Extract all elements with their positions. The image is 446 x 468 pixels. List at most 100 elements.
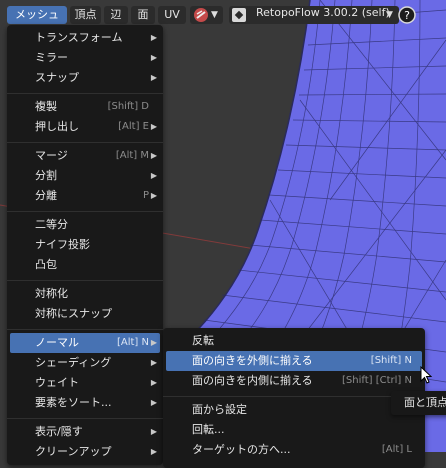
menu-item-label: トランスフォーム bbox=[35, 31, 123, 44]
menu-separator bbox=[163, 396, 425, 397]
menu-item-shortcut: [Alt] M bbox=[115, 150, 149, 161]
menu-edge-label: 辺 bbox=[110, 8, 122, 21]
mesh-menu: トランスフォーム ▶ ミラー ▶ スナップ ▶ 複製 [Shift] D 押し出し [Al… bbox=[7, 25, 163, 465]
menu-item-mirror[interactable]: ミラー ▶ bbox=[10, 48, 160, 68]
submenu-arrow-icon: ▶ bbox=[150, 33, 157, 42]
submenu-arrow-icon: ▶ bbox=[150, 398, 157, 407]
submenu-item-shortcut: [Shift] [Ctrl] N bbox=[342, 375, 412, 386]
normals-submenu: 反転 面の向きを外側に揃える [Shift] N 面の向きを内側に揃える [Shif… bbox=[163, 328, 425, 468]
overlay-icon bbox=[194, 8, 208, 22]
menu-mesh-label: メッシュ bbox=[15, 8, 59, 21]
menu-item-label: ナイフ投影 bbox=[35, 238, 90, 251]
menu-uv[interactable]: UV bbox=[158, 6, 186, 24]
menu-item-label: 二等分 bbox=[35, 218, 68, 231]
retopoflow-icon bbox=[232, 8, 246, 22]
submenu-item-label: 反転 bbox=[192, 334, 214, 347]
menu-item-label: 複製 bbox=[35, 100, 57, 113]
menu-mesh[interactable]: メッシュ bbox=[7, 6, 67, 24]
mouse-cursor-icon bbox=[420, 366, 432, 384]
menu-separator bbox=[7, 211, 163, 212]
submenu-item-label: ターゲットの方へ... bbox=[192, 443, 291, 456]
menu-separator bbox=[7, 418, 163, 419]
submenu-arrow-icon: ▶ bbox=[150, 151, 157, 160]
menu-item-weights[interactable]: ウェイト ▶ bbox=[10, 373, 160, 393]
submenu-arrow-icon: ▶ bbox=[150, 53, 157, 62]
chevron-down-icon: ▼ bbox=[211, 10, 218, 20]
submenu-item-shortcut: [Shift] N bbox=[370, 355, 412, 366]
menu-separator bbox=[7, 142, 163, 143]
menu-item-label: 分離 bbox=[35, 189, 57, 202]
menu-item-label: 対称にスナップ bbox=[35, 307, 112, 320]
menu-item-shortcut: [Shift] D bbox=[107, 101, 149, 112]
menu-item-split[interactable]: 分割 ▶ bbox=[10, 166, 160, 186]
submenu-arrow-icon: ▶ bbox=[150, 191, 157, 200]
submenu-arrow-icon: ▶ bbox=[150, 378, 157, 387]
menu-item-shortcut: [Alt] E bbox=[118, 121, 149, 132]
menu-item-label: 押し出し bbox=[35, 120, 79, 133]
retopoflow-label: RetopoFlow 3.00.2 (self) bbox=[256, 6, 390, 19]
menu-item-label: 対称化 bbox=[35, 287, 68, 300]
menu-item-label: 要素をソート... bbox=[35, 396, 112, 409]
menu-item-label: 凸包 bbox=[35, 258, 57, 271]
submenu-item-set-from-faces[interactable]: 面から設定 bbox=[166, 400, 422, 420]
menu-item-label: ノーマル bbox=[35, 336, 79, 349]
menu-item-shortcut: P bbox=[142, 190, 149, 201]
menu-item-sort-elements[interactable]: 要素をソート... ▶ bbox=[10, 393, 160, 413]
menu-item-shortcut: [Alt] N bbox=[116, 337, 149, 348]
menu-item-clean-up[interactable]: クリーンアップ ▶ bbox=[10, 442, 160, 462]
chevron-down-icon: ▼ bbox=[386, 10, 393, 20]
submenu-arrow-icon: ▶ bbox=[150, 171, 157, 180]
menu-item-convex-hull[interactable]: 凸包 bbox=[10, 255, 160, 275]
submenu-item-label: 回転... bbox=[192, 423, 225, 436]
submenu-item-rotate[interactable]: 回転... bbox=[166, 420, 422, 440]
menu-item-snap[interactable]: スナップ ▶ bbox=[10, 68, 160, 88]
submenu-item-label: 面から設定 bbox=[192, 403, 247, 416]
submenu-arrow-icon: ▶ bbox=[150, 427, 157, 436]
menu-item-label: スナップ bbox=[35, 71, 79, 84]
menu-item-separate[interactable]: 分離 P ▶ bbox=[10, 186, 160, 206]
menu-item-transform[interactable]: トランスフォーム ▶ bbox=[10, 28, 160, 48]
submenu-arrow-icon: ▶ bbox=[150, 358, 157, 367]
menu-item-knife-project[interactable]: ナイフ投影 bbox=[10, 235, 160, 255]
menu-item-bisect[interactable]: 二等分 bbox=[10, 215, 160, 235]
menu-separator bbox=[7, 93, 163, 94]
submenu-item-flip[interactable]: 反転 bbox=[166, 331, 422, 351]
menu-item-extrude[interactable]: 押し出し [Alt] E ▶ bbox=[10, 117, 160, 137]
menu-item-label: シェーディング bbox=[35, 356, 112, 369]
menu-separator bbox=[7, 329, 163, 330]
help-icon[interactable]: ? bbox=[398, 6, 416, 24]
svg-text:?: ? bbox=[404, 9, 410, 22]
menu-face-label: 面 bbox=[137, 8, 149, 21]
menu-item-label: クリーンアップ bbox=[35, 445, 112, 458]
menu-edge[interactable]: 辺 bbox=[104, 6, 128, 24]
tooltip: 面と頂点 bbox=[391, 391, 446, 415]
submenu-item-point-to-target[interactable]: ターゲットの方へ... [Alt] L bbox=[166, 440, 422, 460]
menu-item-label: マージ bbox=[35, 149, 68, 162]
menu-item-normals[interactable]: ノーマル [Alt] N ▶ bbox=[10, 333, 160, 353]
menu-vertex-label: 頂点 bbox=[74, 8, 97, 21]
menu-uv-label: UV bbox=[164, 8, 180, 21]
submenu-arrow-icon: ▶ bbox=[150, 122, 157, 131]
submenu-arrow-icon: ▶ bbox=[150, 73, 157, 82]
retopoflow-dropdown[interactable]: RetopoFlow 3.00.2 (self) ▼ bbox=[229, 6, 399, 24]
menu-item-duplicate[interactable]: 複製 [Shift] D bbox=[10, 97, 160, 117]
menu-item-merge[interactable]: マージ [Alt] M ▶ bbox=[10, 146, 160, 166]
menu-item-snap-to-symmetry[interactable]: 対称にスナップ bbox=[10, 304, 160, 324]
overlay-dropdown[interactable]: ▼ bbox=[190, 6, 223, 24]
menu-item-label: ウェイト bbox=[35, 376, 79, 389]
submenu-item-shortcut: [Alt] L bbox=[381, 444, 412, 455]
submenu-item-label: 面の向きを外側に揃える bbox=[192, 354, 313, 367]
menu-item-symmetrize[interactable]: 対称化 bbox=[10, 284, 160, 304]
tooltip-text: 面と頂点 bbox=[404, 396, 446, 409]
menu-item-label: 分割 bbox=[35, 169, 57, 182]
menu-item-shading[interactable]: シェーディング ▶ bbox=[10, 353, 160, 373]
menu-separator bbox=[7, 280, 163, 281]
menu-item-label: ミラー bbox=[35, 51, 68, 64]
submenu-item-label: 面の向きを内側に揃える bbox=[192, 374, 313, 387]
submenu-item-recalc-inside[interactable]: 面の向きを内側に揃える [Shift] [Ctrl] N bbox=[166, 371, 422, 391]
menu-item-show-hide[interactable]: 表示/隠す ▶ bbox=[10, 422, 160, 442]
menu-face[interactable]: 面 bbox=[131, 6, 155, 24]
menu-vertex[interactable]: 頂点 bbox=[70, 6, 101, 24]
submenu-arrow-icon: ▶ bbox=[150, 447, 157, 456]
submenu-item-recalc-outside[interactable]: 面の向きを外側に揃える [Shift] N bbox=[166, 351, 422, 371]
